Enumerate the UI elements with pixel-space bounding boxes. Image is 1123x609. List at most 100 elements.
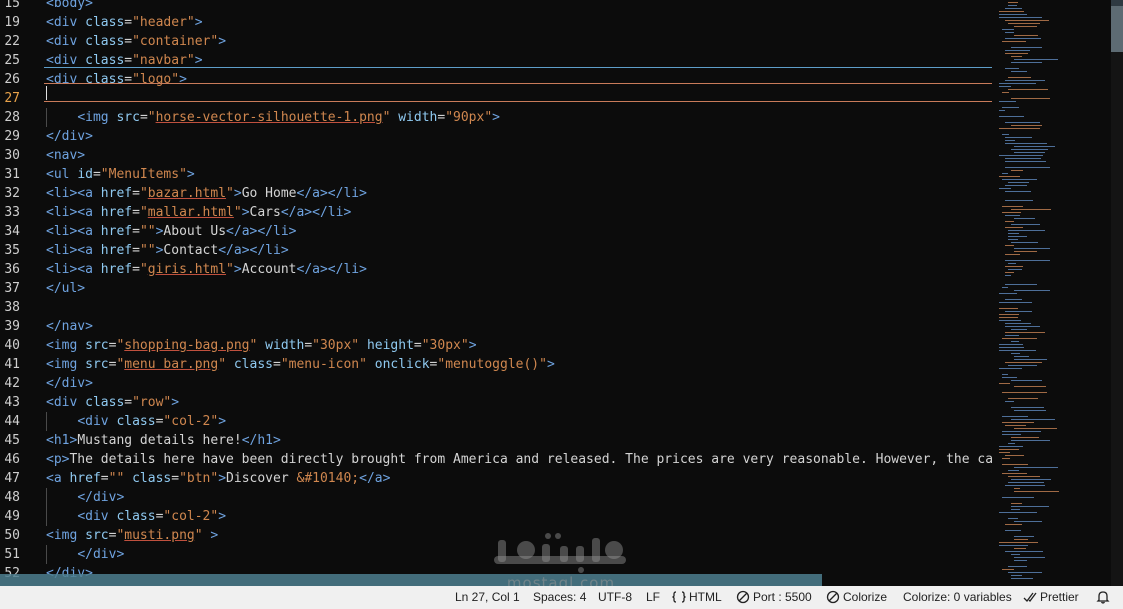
colorize-toggle[interactable]: Colorize	[826, 586, 887, 609]
indentation-setting[interactable]: Spaces: 4	[533, 586, 586, 609]
code-editor[interactable]: 15 <body> 19 <div class="header"> 22 <div cla…	[0, 0, 995, 586]
minimap-line	[1014, 428, 1057, 429]
code-text: <p>The details here have been directly b…	[46, 450, 995, 469]
code-line[interactable]: 34 <li><a href="">About Us</a></li>	[0, 222, 995, 241]
code-token: ""	[139, 243, 156, 258]
code-line[interactable]: 40 <img src="shopping-bag.png" width="30p…	[0, 336, 995, 355]
code-token: "logo"	[132, 72, 180, 87]
minimap-line	[1005, 362, 1042, 363]
code-line[interactable]: 22 <div class="container">	[0, 32, 995, 51]
code-line[interactable]: 28 <img src="horse-vector-silhouette-1.p…	[0, 108, 995, 127]
minimap-line	[1005, 80, 1045, 81]
code-line[interactable]: 15 <body>	[0, 0, 995, 13]
code-token: Contact	[163, 243, 219, 258]
vertical-scrollbar-thumb[interactable]	[1111, 6, 1123, 52]
code-token: height	[366, 338, 414, 353]
minimap-line	[999, 347, 1024, 348]
code-line[interactable]: 49 <div class="col-2">	[0, 507, 995, 526]
minimap-line	[1005, 137, 1032, 138]
minimap-line	[1008, 566, 1027, 567]
code-line[interactable]: 19 <div class="header">	[0, 13, 995, 32]
minimap-line	[999, 449, 1019, 450]
code-token: >	[468, 338, 477, 353]
code-line[interactable]: 46 <p>The details here have been directly…	[0, 450, 995, 469]
code-line[interactable]: 43 <div class="row">	[0, 393, 995, 412]
code-line[interactable]: 38	[0, 298, 995, 317]
code-line[interactable]: 30 <nav>	[0, 146, 995, 165]
code-line[interactable]: 29 </div>	[0, 127, 995, 146]
colorize-variables[interactable]: Colorize: 0 variables	[903, 586, 1012, 609]
code-token: bazar.html	[147, 186, 227, 201]
code-line[interactable]: 36 <li><a href="giris.html">Account</a></…	[0, 260, 995, 279]
minimap-line	[1008, 263, 1016, 264]
line-number: 51	[4, 547, 20, 562]
code-line[interactable]: 47 <a href="" class="btn">Discover &#1014…	[0, 469, 995, 488]
minimap-line	[1008, 182, 1029, 183]
code-token: >	[194, 53, 203, 68]
code-line[interactable]: 37 </ul>	[0, 279, 995, 298]
minimap-line	[999, 302, 1032, 303]
code-text: <li><a href="">About Us</a></li>	[46, 222, 297, 241]
cursor-position[interactable]: Ln 27, Col 1	[455, 586, 520, 609]
code-token: >	[194, 15, 203, 30]
prettier-status[interactable]: Prettier	[1023, 586, 1079, 609]
minimap-line	[1005, 68, 1019, 69]
code-token: >	[171, 395, 180, 410]
minimap-line	[1002, 497, 1034, 498]
code-text: <img src="horse-vector-silhouette-1.png "…	[46, 108, 500, 127]
code-line[interactable]: 32 <li><a href="bazar.html">Go Home</a></…	[0, 184, 995, 203]
eol-setting[interactable]: LF	[646, 586, 660, 609]
code-token: musti.png	[124, 528, 195, 543]
code-line[interactable]: 33 <li><a href="mallar.html">Cars</a></li…	[0, 203, 995, 222]
line-number: 28	[4, 110, 20, 125]
line-number: 45	[4, 433, 20, 448]
code-text: <li><a href="giris.html">Account</a></li…	[46, 260, 367, 279]
minimap-line	[999, 368, 1022, 369]
no-entry-icon	[736, 590, 750, 604]
prettier-label: Prettier	[1040, 590, 1079, 604]
code-line[interactable]: 51 </div>	[0, 545, 995, 564]
minimap-line	[1014, 467, 1058, 468]
minimap-line	[1014, 146, 1055, 147]
code-line[interactable]: 42 </div>	[0, 374, 995, 393]
code-token: =	[132, 186, 140, 201]
minimap-line	[1005, 221, 1014, 222]
code-token: </ul>	[46, 281, 86, 296]
code-token: "	[233, 205, 242, 220]
minimap-line	[1014, 290, 1050, 291]
code-token: class	[85, 395, 125, 410]
code-line[interactable]: 50 <img src="musti.png" >	[0, 526, 995, 545]
double-check-icon	[1023, 592, 1037, 602]
language-mode[interactable]: HTML	[672, 586, 722, 609]
minimap-line	[1002, 134, 1009, 135]
notifications-button[interactable]	[1096, 586, 1113, 609]
code-line[interactable]: 44 <div class="col-2">	[0, 412, 995, 431]
code-token: <div	[46, 15, 86, 30]
minimap-line	[999, 344, 1023, 345]
code-line[interactable]: 48 </div>	[0, 488, 995, 507]
line-number: 30	[4, 148, 20, 163]
minimap-line	[999, 308, 1018, 309]
text-caret	[46, 86, 47, 100]
code-line[interactable]: 26 <div class="logo">	[0, 70, 995, 89]
minimap[interactable]	[995, 0, 1111, 586]
minimap-line	[999, 176, 1020, 177]
horizontal-scrollbar[interactable]	[0, 574, 822, 586]
live-server-port[interactable]: Port : 5500	[736, 586, 812, 609]
line-number: 35	[4, 243, 20, 258]
code-line[interactable]: 27	[0, 89, 995, 108]
code-line[interactable]: 31 <ul id="MenuItems">	[0, 165, 995, 184]
code-line[interactable]: 41 <img src="menu bar.png" class="menu-ic…	[0, 355, 995, 374]
cursor-line-highlight-top	[44, 83, 992, 84]
code-token: src	[85, 528, 109, 543]
vertical-scrollbar[interactable]	[1111, 0, 1123, 586]
code-text: <a href="" class="btn">Discover &#10140;…	[46, 469, 390, 488]
code-token: href	[69, 471, 101, 486]
encoding-setting[interactable]: UTF-8	[598, 586, 632, 609]
code-line[interactable]: 35 <li><a href="">Contact</a></li>	[0, 241, 995, 260]
minimap-line	[1014, 152, 1045, 153]
minimap-line	[999, 317, 1018, 318]
line-number: 22	[4, 34, 20, 49]
code-line[interactable]: 45 <h1>Mustang details here!</h1>	[0, 431, 995, 450]
code-line[interactable]: 39 </nav>	[0, 317, 995, 336]
